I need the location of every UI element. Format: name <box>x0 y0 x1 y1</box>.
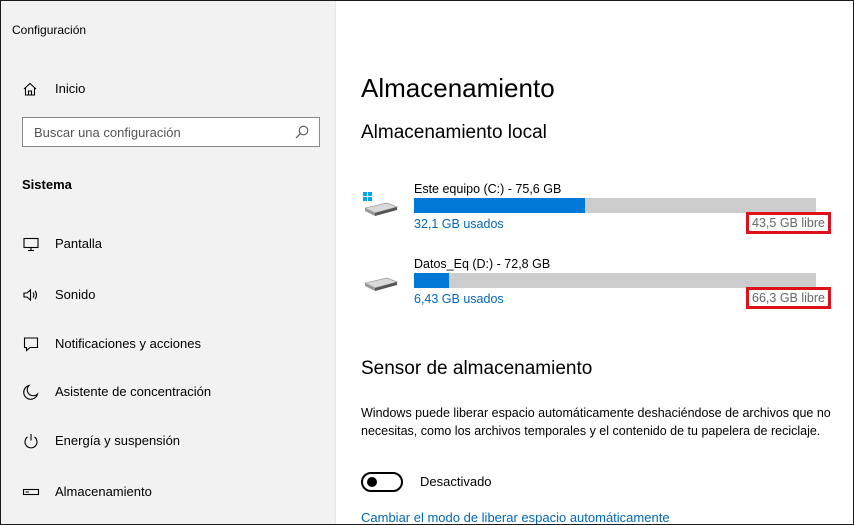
drive-usage-bar <box>414 198 816 213</box>
storage-sense-heading: Sensor de almacenamiento <box>361 358 593 379</box>
main-content: Almacenamiento Almacenamiento local Este… <box>336 1 853 524</box>
storage-sense-toggle[interactable] <box>361 472 403 492</box>
monitor-icon <box>23 237 39 252</box>
notification-icon <box>23 337 39 352</box>
moon-icon <box>23 384 39 400</box>
toggle-knob <box>367 477 377 487</box>
drive-icon <box>364 277 398 291</box>
sidebar: Configuración Inicio Sistema Pantalla <box>1 1 336 524</box>
home-icon <box>23 82 37 96</box>
sidebar-item-label: Almacenamiento <box>55 484 152 499</box>
sidebar-item-home[interactable]: Inicio <box>1 73 335 105</box>
windows-drive-icon <box>363 192 398 216</box>
configure-storage-sense-link[interactable]: Cambiar el modo de liberar espacio autom… <box>361 510 670 524</box>
toggle-state-label: Desactivado <box>420 474 492 489</box>
drive-used-text[interactable]: 32,1 GB usados <box>414 217 504 231</box>
sidebar-item-sonido[interactable]: Sonido <box>1 277 335 313</box>
drive-usage-fill <box>414 273 450 288</box>
sidebar-item-asistente[interactable]: Asistente de concentración <box>1 374 335 410</box>
sidebar-item-label: Pantalla <box>55 236 102 251</box>
local-storage-heading: Almacenamiento local <box>361 122 547 143</box>
drive-usage-bar <box>414 273 816 288</box>
page-title: Almacenamiento <box>361 73 555 103</box>
drive-free-text: 66,3 GB libre <box>746 287 831 309</box>
search-box <box>22 117 320 147</box>
sidebar-item-label: Inicio <box>55 81 86 96</box>
search-input[interactable] <box>23 118 284 146</box>
sidebar-item-almacenamiento[interactable]: Almacenamiento <box>1 474 335 510</box>
speaker-icon <box>23 288 38 302</box>
settings-window: Configuración Inicio Sistema Pantalla <box>0 0 854 525</box>
drive-free-text: 43,5 GB libre <box>746 212 831 234</box>
sidebar-item-notificaciones[interactable]: Notificaciones y acciones <box>1 326 335 362</box>
sidebar-item-label: Notificaciones y acciones <box>55 336 201 351</box>
app-title: Configuración <box>12 23 87 37</box>
drive-usage-fill <box>414 198 585 213</box>
sidebar-item-energia[interactable]: Energía y suspensión <box>1 423 335 459</box>
drive-used-text[interactable]: 6,43 GB usados <box>414 292 504 306</box>
sidebar-item-label: Sonido <box>55 287 96 302</box>
section-title: Sistema <box>22 177 72 192</box>
sidebar-item-label: Energía y suspensión <box>55 433 181 448</box>
storage-icon <box>22 488 40 496</box>
sidebar-item-label: Asistente de concentración <box>55 384 212 399</box>
drive-name: Este equipo (C:) - 75,6 GB <box>414 182 562 196</box>
power-icon <box>24 434 38 449</box>
storage-sense-description: Windows puede liberar espacio automática… <box>361 406 831 438</box>
drive-d[interactable]: Datos_Eq (D:) - 72,8 GB 6,43 GB usados 6… <box>361 257 831 321</box>
drive-name: Datos_Eq (D:) - 72,8 GB <box>414 257 551 271</box>
drive-c[interactable]: Este equipo (C:) - 75,6 GB 32,1 GB usado… <box>361 182 831 246</box>
sidebar-item-pantalla[interactable]: Pantalla <box>1 226 335 262</box>
search-icon[interactable] <box>295 125 309 139</box>
